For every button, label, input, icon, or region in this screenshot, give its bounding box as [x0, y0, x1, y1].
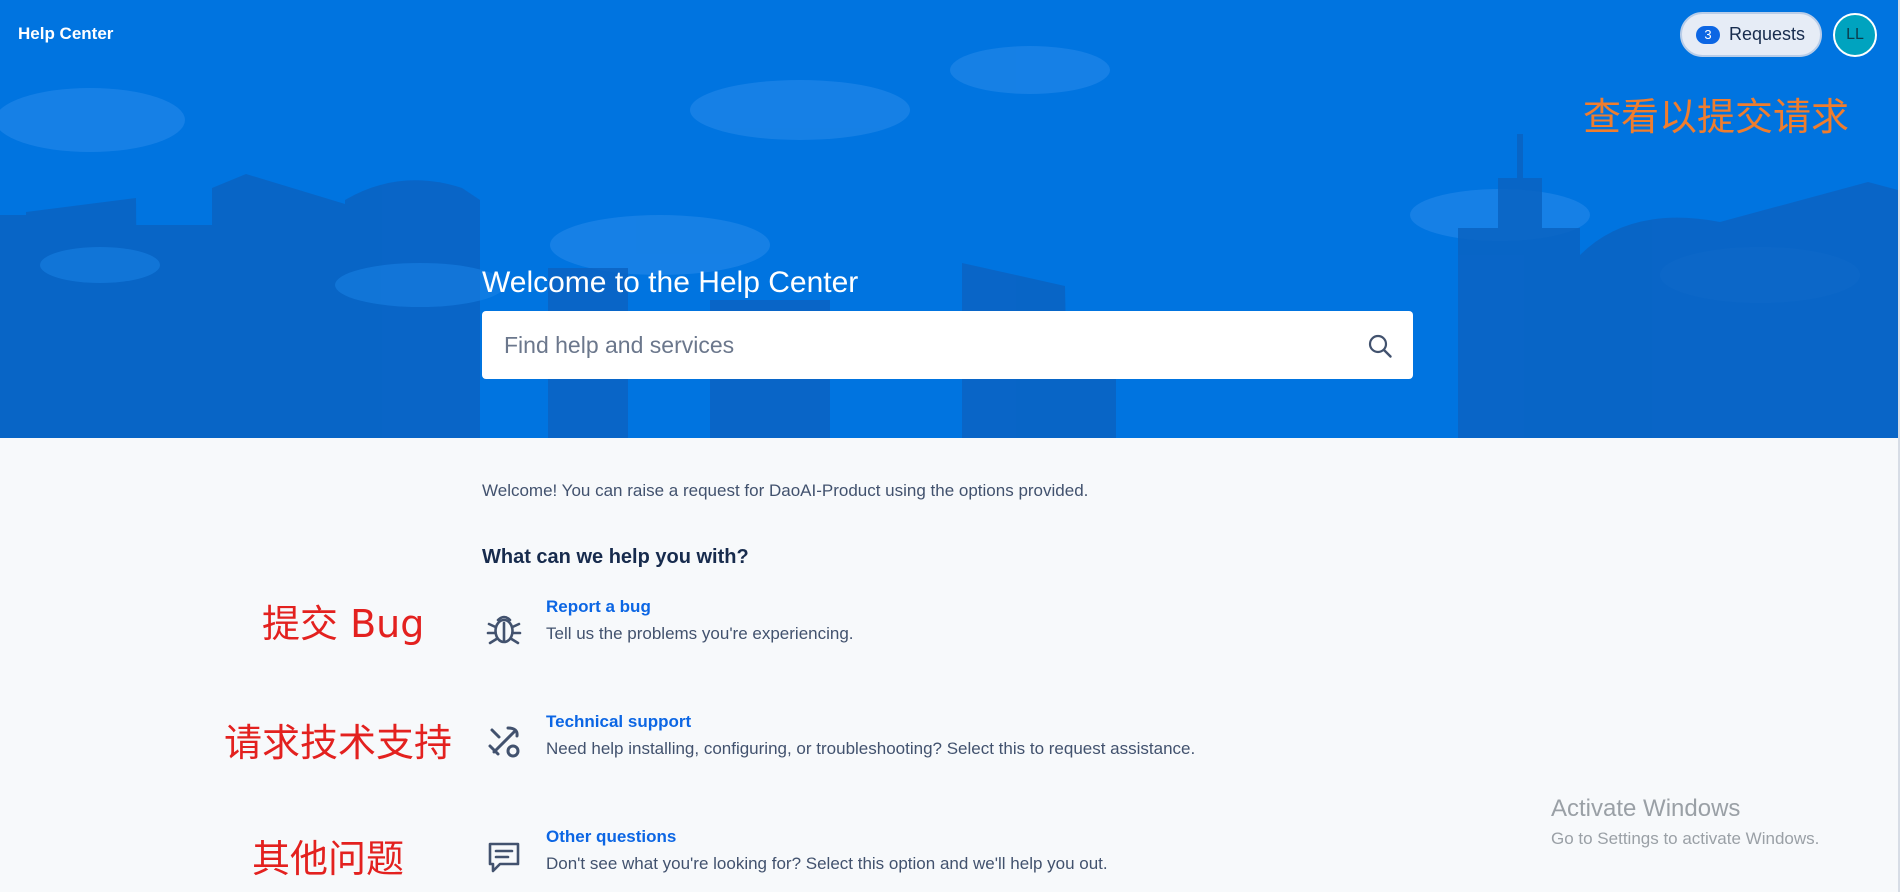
brand-title[interactable]: Help Center: [18, 24, 113, 44]
help-heading: What can we help you with?: [482, 546, 749, 568]
requests-count-badge: 3: [1696, 25, 1720, 44]
option-description: Need help installing, configuring, or tr…: [546, 739, 1196, 758]
user-avatar[interactable]: LL: [1833, 13, 1877, 57]
option-report-bug[interactable]: Report a bug Tell us the problems you're…: [482, 597, 854, 649]
annotation-other: 其他问题: [252, 837, 405, 881]
option-description: Don't see what you're looking for? Selec…: [546, 854, 1108, 873]
option-name[interactable]: Other questions: [546, 827, 1108, 847]
welcome-message: Welcome! You can raise a request for Dao…: [482, 481, 1089, 500]
comment-icon: [482, 835, 526, 879]
option-description: Tell us the problems you're experiencing…: [546, 624, 854, 643]
bug-icon: [482, 605, 526, 649]
requests-label: Requests: [1729, 24, 1806, 44]
option-name[interactable]: Report a bug: [546, 597, 854, 617]
watermark-title: Activate Windows: [1551, 795, 1741, 822]
hero-title: Welcome to the Help Center: [482, 266, 859, 299]
option-name[interactable]: Technical support: [546, 712, 1195, 732]
option-technical-support[interactable]: Technical support Need help installing, …: [482, 712, 1195, 764]
activate-windows-watermark: Activate Windows Go to Settings to activ…: [1551, 795, 1819, 849]
requests-button[interactable]: 3 Requests: [1680, 12, 1822, 57]
search-input[interactable]: [482, 311, 1413, 379]
tools-icon: [482, 720, 526, 764]
search-bar: [482, 311, 1413, 379]
search-icon[interactable]: [1367, 333, 1393, 359]
watermark-subtitle: Go to Settings to activate Windows.: [1551, 829, 1820, 848]
annotation-requests: 查看以提交请求: [1583, 95, 1850, 139]
annotation-bug: 提交 Bug: [262, 602, 425, 646]
annotation-support: 请求技术支持: [224, 721, 453, 765]
option-other-questions[interactable]: Other questions Don't see what you're lo…: [482, 827, 1108, 879]
